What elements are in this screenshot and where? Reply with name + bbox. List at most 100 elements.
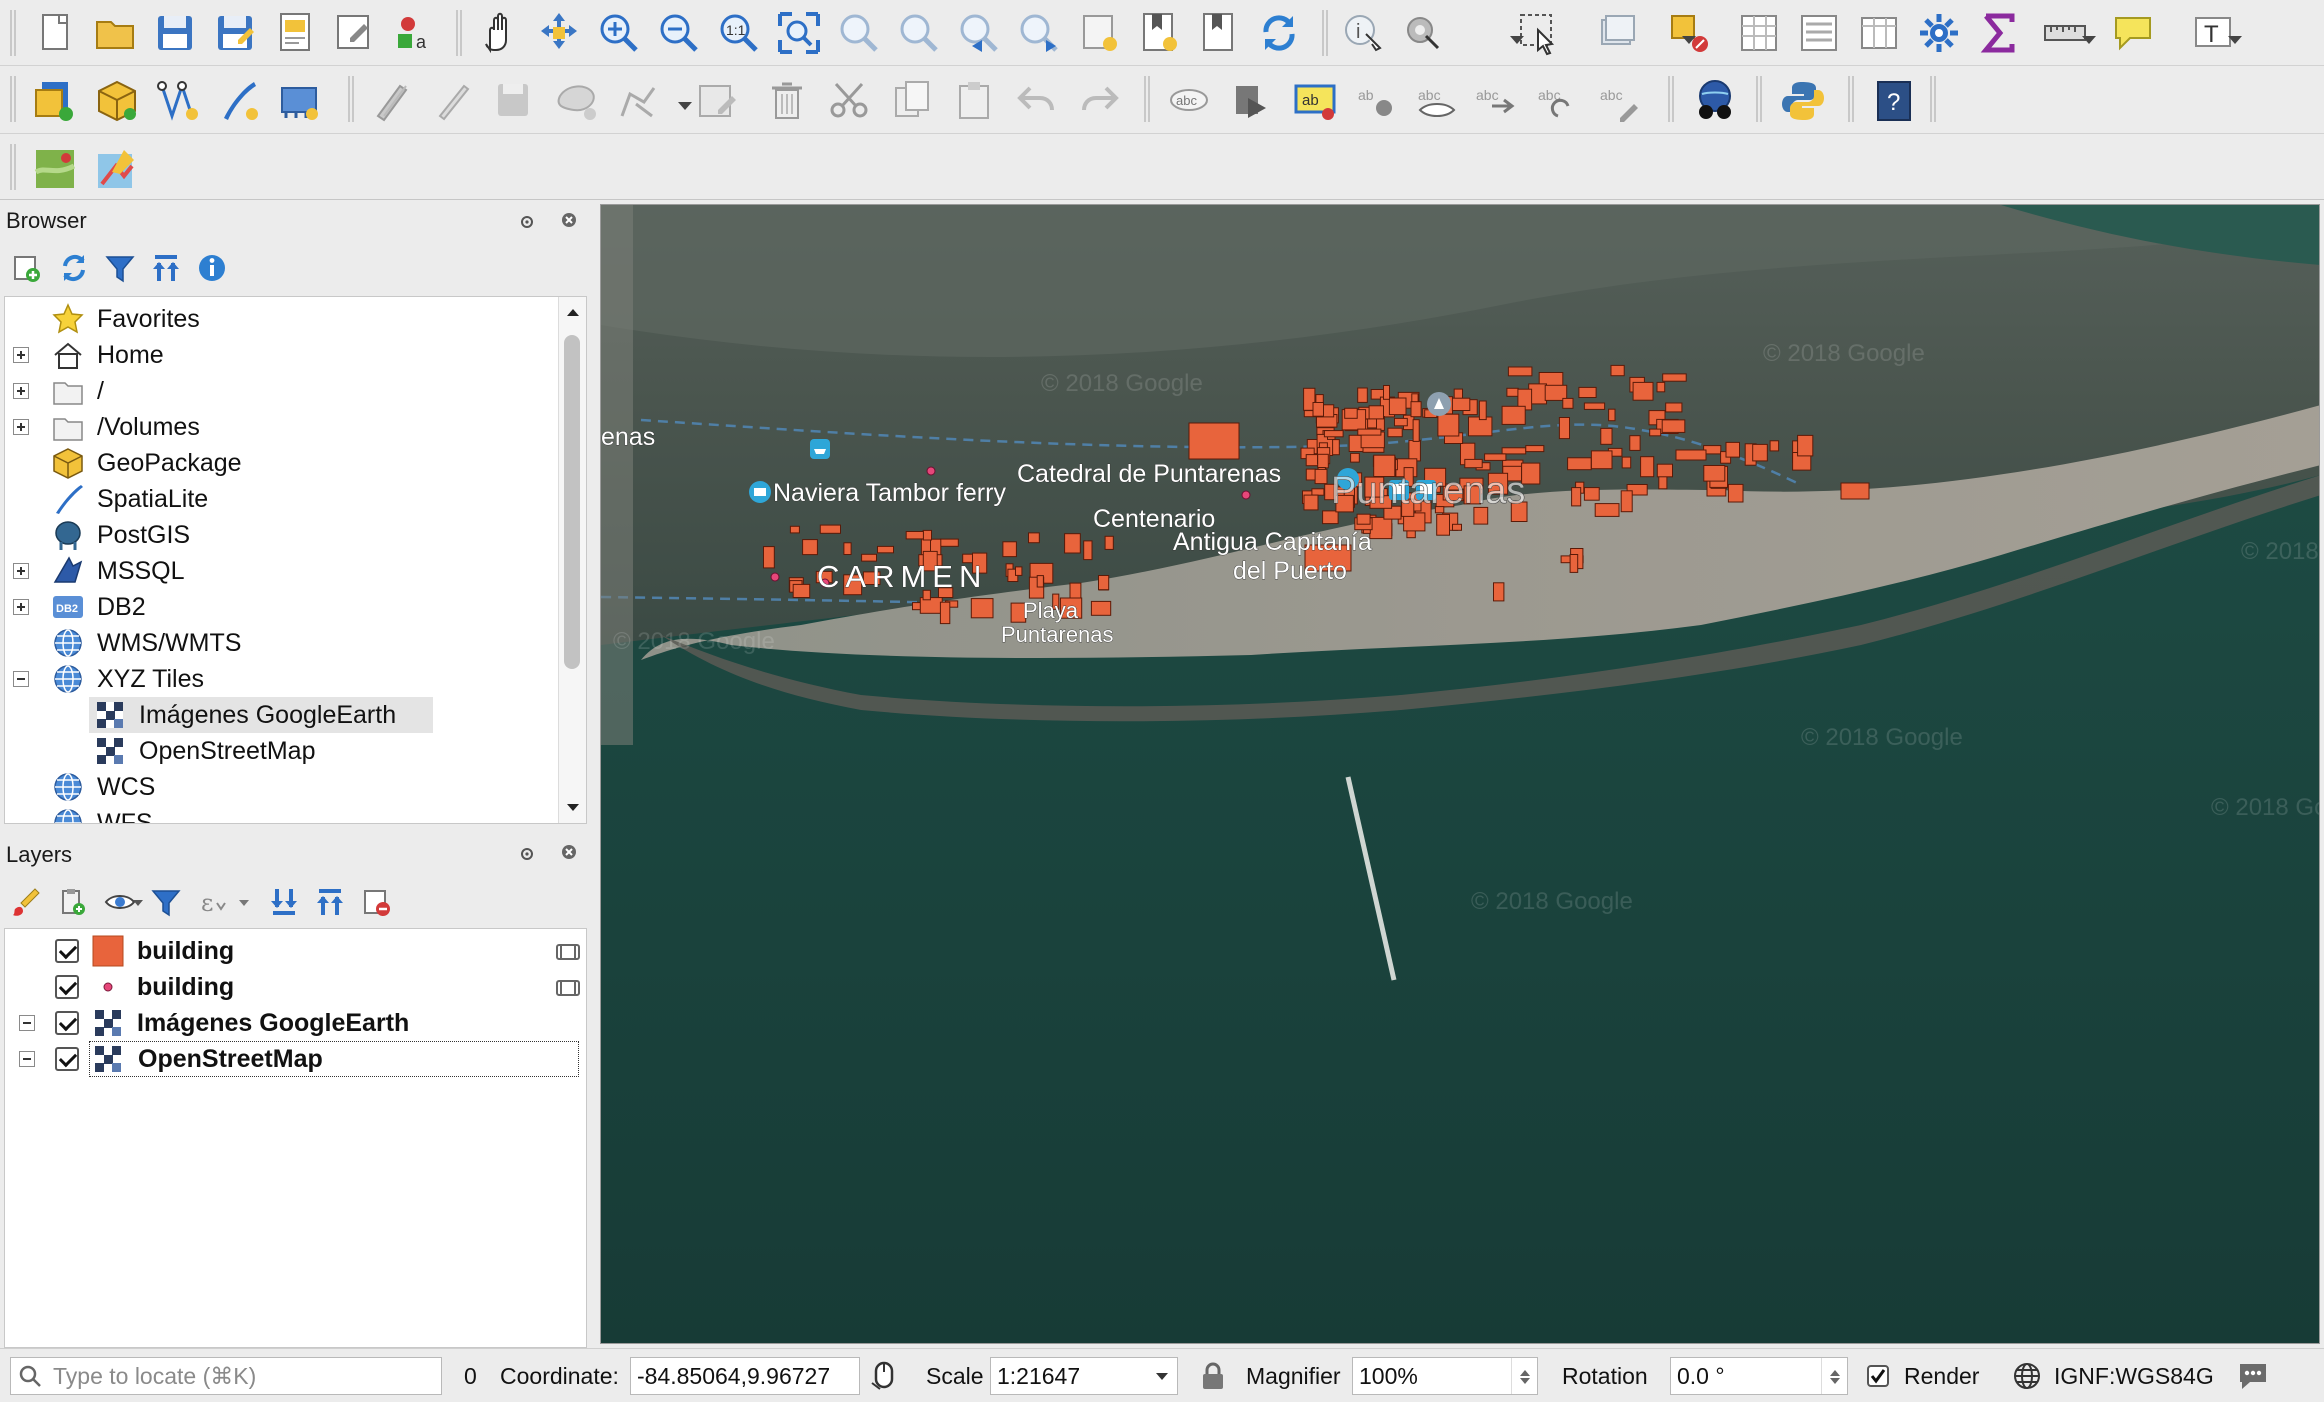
new-spatialite-layer-button[interactable]: [214, 76, 264, 126]
browser-item-wms-wmts[interactable]: WMS/WMTS: [51, 625, 241, 661]
redo-button[interactable]: [1074, 76, 1124, 126]
collapse-all-button[interactable]: [310, 882, 350, 922]
style-manager-button[interactable]: [330, 8, 380, 58]
toolbar-grip[interactable]: [1756, 76, 1762, 122]
identify-button[interactable]: i: [1338, 8, 1388, 58]
sum-button[interactable]: [1974, 8, 2024, 58]
show-hide-labels-button[interactable]: abc: [1412, 76, 1462, 126]
vertex-tool-button[interactable]: [612, 76, 662, 126]
close-panel-button[interactable]: [558, 841, 580, 863]
chevron-down-icon[interactable]: [1680, 26, 1698, 44]
style-manager-alt-button[interactable]: a: [390, 8, 440, 58]
toggle-editing-button[interactable]: [428, 76, 478, 126]
collapse-icon[interactable]: [13, 671, 29, 687]
deselect-button[interactable]: [1594, 8, 1644, 58]
lock-scale-button[interactable]: [1200, 1349, 1226, 1402]
save-as-button[interactable]: [210, 8, 260, 58]
toolbar-grip[interactable]: [10, 76, 16, 122]
browser-item-mssql[interactable]: MSSQL: [51, 553, 185, 589]
float-panel-button[interactable]: [516, 211, 538, 233]
highlight-pinned-button[interactable]: ab: [1290, 76, 1340, 126]
layers-tree[interactable]: building building Imágenes GoogleEarth Open…: [4, 928, 587, 1348]
render-checkbox[interactable]: Render: [1866, 1349, 1979, 1402]
add-selected-layers-button[interactable]: [6, 248, 46, 288]
layer-visibility-checkbox[interactable]: [55, 939, 79, 963]
expand-icon[interactable]: [13, 347, 29, 363]
style-layer-button[interactable]: [6, 882, 46, 922]
annotation-button[interactable]: [2108, 8, 2158, 58]
zoom-next-button[interactable]: [1014, 8, 1064, 58]
browser-item-spatialite[interactable]: SpatiaLite: [51, 481, 208, 517]
browser-item-db2[interactable]: DB2 DB2: [51, 589, 146, 625]
refresh-browser-button[interactable]: [54, 248, 94, 288]
toolbar-grip[interactable]: [1848, 76, 1854, 122]
copy-features-button[interactable]: [888, 76, 938, 126]
filter-by-expression-button[interactable]: ε: [194, 882, 234, 922]
browser-item-[interactable]: /: [51, 373, 104, 409]
browser-item-postgis[interactable]: PostGIS: [51, 517, 190, 553]
enable-properties-button[interactable]: [192, 248, 232, 288]
data-source-manager-button[interactable]: [30, 76, 80, 126]
expand-icon[interactable]: [13, 563, 29, 579]
browser-item-im-genes-googleearth[interactable]: Imágenes GoogleEarth: [93, 697, 396, 733]
remove-layer-button[interactable]: [356, 882, 396, 922]
float-panel-button[interactable]: [516, 843, 538, 865]
save-edits-button[interactable]: [490, 76, 540, 126]
new-project-button[interactable]: [30, 8, 80, 58]
browser-item-openstreetmap[interactable]: OpenStreetMap: [93, 733, 316, 769]
magnifier-spinner[interactable]: [1511, 1358, 1537, 1394]
save-project-button[interactable]: [150, 8, 200, 58]
browser-tree[interactable]: Favorites Home / /Volumes GeoPackage SpatiaLi…: [4, 296, 587, 824]
open-project-button[interactable]: [90, 8, 140, 58]
browser-item-xyz-tiles[interactable]: XYZ Tiles: [51, 661, 204, 697]
layer-item[interactable]: building: [137, 933, 234, 969]
browser-item-favorites[interactable]: Favorites: [51, 301, 200, 337]
preview-labels-button[interactable]: abc: [1470, 76, 1520, 126]
field-calculator-button[interactable]: [1854, 8, 1904, 58]
change-label-button[interactable]: abc: [1594, 76, 1644, 126]
plugin-tool-button[interactable]: [92, 144, 142, 194]
toolbar-grip[interactable]: [10, 144, 16, 190]
layer-item[interactable]: OpenStreetMap: [89, 1041, 579, 1077]
layer-indicator-icon[interactable]: [555, 977, 581, 997]
coordinate-field[interactable]: -84.85064,9.96727: [630, 1357, 860, 1395]
pan-button[interactable]: [474, 8, 524, 58]
new-shapefile-layer-button[interactable]: [154, 76, 204, 126]
help-button[interactable]: ?: [1870, 76, 1920, 126]
expand-icon[interactable]: [13, 383, 29, 399]
chevron-down-icon[interactable]: [1155, 1372, 1169, 1382]
new-map-view-button[interactable]: [1194, 8, 1244, 58]
paste-features-button[interactable]: [950, 76, 1000, 126]
browser-scrollbar[interactable]: [558, 297, 586, 823]
zoom-full-button[interactable]: [774, 8, 824, 58]
scale-combobox[interactable]: 1:21647: [990, 1357, 1178, 1395]
toggle-extents-button[interactable]: [868, 1349, 902, 1402]
messages-button[interactable]: [2236, 1349, 2270, 1402]
georeferencer-button[interactable]: [30, 144, 80, 194]
add-polygon-button[interactable]: [552, 76, 602, 126]
collapse-icon[interactable]: [19, 1051, 35, 1067]
collapse-icon[interactable]: [19, 1015, 35, 1031]
toolbar-grip[interactable]: [456, 10, 462, 56]
add-group-button[interactable]: [52, 882, 92, 922]
chevron-down-icon[interactable]: [1508, 26, 1526, 44]
rotation-spinbox[interactable]: 0.0 °: [1670, 1357, 1848, 1395]
close-panel-button[interactable]: [558, 209, 580, 231]
layer-indicator-icon[interactable]: [555, 941, 581, 961]
zoom-last-button[interactable]: [954, 8, 1004, 58]
undo-button[interactable]: [1012, 76, 1062, 126]
layer-visibility-checkbox[interactable]: [55, 1047, 79, 1071]
zoom-to-layer-button[interactable]: [894, 8, 944, 58]
toolbar-grip[interactable]: [348, 76, 354, 122]
new-spatial-bookmark-button[interactable]: [1074, 8, 1124, 58]
label-tool-button[interactable]: abc: [1164, 76, 1214, 126]
toolbar-grip[interactable]: [1668, 76, 1674, 122]
expand-all-button[interactable]: [264, 882, 304, 922]
toolbox-button[interactable]: [1914, 8, 1964, 58]
chevron-down-icon[interactable]: [132, 899, 144, 907]
pin-labels-button[interactable]: ab: [1352, 76, 1402, 126]
browser-item-volumes[interactable]: /Volumes: [51, 409, 200, 445]
browser-item-wcs[interactable]: WCS: [51, 769, 155, 805]
show-bookmarks-button[interactable]: [1134, 8, 1184, 58]
map-canvas[interactable]: © 2018 Google © 2018 Google © 2018 Google ©…: [600, 204, 2320, 1344]
